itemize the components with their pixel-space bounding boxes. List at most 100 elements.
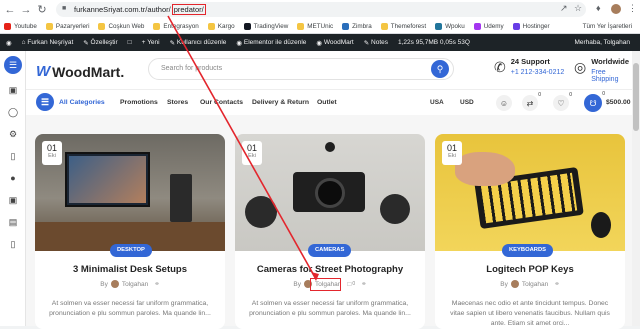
lens-right	[380, 194, 410, 224]
nav-promotions[interactable]: Promotions	[120, 99, 158, 106]
laptop-icon[interactable]: ▣	[8, 85, 18, 95]
support-block[interactable]: ✆ 24 Support +1 212-334-0212	[494, 57, 564, 76]
bookmark-item[interactable]: Entegrasyon	[153, 22, 199, 30]
author-link[interactable]: Tolgahan	[522, 281, 548, 288]
admin-new-link[interactable]: + Yeni	[142, 39, 160, 46]
post-card[interactable]: 01 Eki CAMERAS Cameras for Street Photogr…	[235, 134, 425, 329]
post-excerpt: At solmen va esser necessi far uniform g…	[49, 300, 211, 317]
bookmark-item[interactable]: Themeforest	[380, 22, 426, 30]
post-title[interactable]: Logitech POP Keys	[435, 264, 625, 275]
wishlist-icon[interactable]: ♡ 0	[553, 92, 572, 111]
share-icon[interactable]: ⚭	[361, 280, 366, 288]
speaker-icon[interactable]: ▯	[8, 239, 18, 249]
shipping-title: Worldwide	[591, 57, 629, 66]
account-icon[interactable]: ☺	[496, 95, 512, 111]
all-bookmarks[interactable]: Tüm Yer İşaretleri	[583, 23, 632, 30]
phone-icon[interactable]: ▯	[8, 151, 18, 161]
cart-total[interactable]: $500.00	[606, 99, 631, 106]
share-icon[interactable]: ⚭	[554, 280, 559, 288]
language-select[interactable]: USA	[430, 99, 444, 106]
gamepad-icon[interactable]: ●	[8, 173, 18, 183]
forward-icon[interactable]: →	[18, 0, 34, 19]
back-icon[interactable]: ←	[2, 0, 18, 19]
currency-select[interactable]: USD	[460, 99, 474, 106]
admin-notes-link[interactable]: ✎ Notes	[364, 39, 388, 47]
hostinger-icon	[512, 22, 520, 30]
site-info-icon[interactable]: ■	[62, 5, 66, 12]
camera-icon[interactable]: ▤	[8, 217, 18, 227]
site-header: W WoodMart. Search for products ⚲ ✆ 24 Su…	[26, 51, 632, 89]
nav-contacts[interactable]: Our Contacts	[200, 99, 243, 106]
bookmark-item[interactable]: Youtube	[4, 22, 37, 30]
menu-icon: ☰	[36, 93, 54, 111]
bookmark-item[interactable]: Udemy	[473, 22, 504, 30]
post-card[interactable]: 01 Eki DESKTOP 3 Minimalist Desk Setups B…	[35, 134, 225, 329]
post-image-keyboard[interactable]	[435, 134, 625, 251]
watch-icon[interactable]: ▣	[8, 195, 18, 205]
folder-icon	[297, 22, 305, 30]
wordpress-logo-icon[interactable]: ◉	[6, 39, 12, 47]
admin-elementor-link[interactable]: ◉ Elementor ile düzenle	[236, 39, 306, 47]
shipping-block[interactable]: ◎ Worldwide Free Shipping	[574, 57, 632, 83]
search-input[interactable]: Search for products	[148, 58, 454, 80]
scrollbar-thumb[interactable]	[633, 63, 639, 131]
admin-customize-link[interactable]: ✎ Özelleştir	[83, 39, 117, 47]
comment-icon[interactable]: □	[347, 281, 351, 288]
headphones-icon[interactable]: ◯	[8, 107, 18, 117]
all-categories-button[interactable]: ☰ All Categories	[36, 93, 105, 111]
admin-perf-stats[interactable]: 1,22s 95,7MB 0,05s 53Q	[398, 39, 470, 46]
support-title: 24 Support	[510, 57, 550, 66]
admin-comments-icon[interactable]: □	[128, 39, 132, 46]
share-icon[interactable]: ↗	[560, 3, 568, 14]
admin-woodmart-link[interactable]: ◉ WoodMart	[316, 39, 353, 47]
wordpress-icon	[435, 22, 443, 30]
search-icon[interactable]: ⚲	[431, 60, 449, 78]
extensions-icon[interactable]: ♦	[596, 3, 601, 13]
post-title[interactable]: Cameras for Street Photography	[235, 264, 425, 275]
post-excerpt: At solmen va esser necessi far uniform g…	[249, 300, 411, 317]
admin-greeting[interactable]: Merhaba, Tolgahan	[574, 39, 630, 46]
author-link[interactable]: Tolgahan	[122, 281, 148, 288]
bookmark-item[interactable]: Coşkun Web	[98, 22, 144, 30]
compare-count: 0	[538, 92, 541, 98]
post-title[interactable]: 3 Minimalist Desk Setups	[35, 264, 225, 275]
site-logo[interactable]: W WoodMart.	[36, 63, 124, 80]
post-image-desk[interactable]	[35, 134, 225, 251]
bookmark-item[interactable]: TradingView	[243, 22, 288, 30]
admin-edit-user-link[interactable]: ✎ Kullanıcı düzenle	[170, 39, 227, 47]
bookmark-item[interactable]: Hostinger	[512, 22, 550, 30]
bookmark-item[interactable]: Zimbra	[342, 22, 372, 30]
bookmark-item[interactable]: METUnic	[297, 22, 333, 30]
vertical-scrollbar[interactable]	[632, 51, 640, 326]
nav-outlet[interactable]: Outlet	[317, 99, 337, 106]
browser-toolbar: ← → ↻ ■ furkanneSriyat.com.tr/author/pre…	[0, 0, 640, 19]
menu-icon[interactable]: ⋮	[628, 3, 637, 14]
folder-icon	[207, 22, 215, 30]
apple-logo-mark	[325, 142, 335, 152]
post-image-cameras[interactable]	[235, 134, 425, 251]
category-badge[interactable]: DESKTOP	[110, 244, 152, 257]
bookmark-item[interactable]: Wpoku	[435, 22, 465, 30]
hamburger-menu-icon[interactable]: ☰	[4, 56, 22, 74]
bookmark-item[interactable]: Kargo	[207, 22, 235, 30]
mouse-shape	[591, 212, 611, 238]
admin-site-link[interactable]: ⌂ Furkan Neşriyat	[22, 39, 74, 46]
post-card[interactable]: 01 Eki KEYBOARDS Logitech POP Keys By Tolg…	[435, 134, 625, 329]
nav-delivery[interactable]: Delivery & Return	[252, 99, 309, 106]
post-excerpt: Maecenas nec odio et ante tincidunt temp…	[450, 300, 610, 327]
zimbra-icon	[342, 22, 350, 30]
bookmark-item[interactable]: Pazaryerleri	[45, 22, 89, 30]
post-meta: By Tolgahan ⚭	[100, 280, 160, 288]
bookmark-star-icon[interactable]: ☆	[574, 3, 582, 14]
compare-icon[interactable]: ⇄ 0	[522, 92, 541, 111]
profile-avatar[interactable]	[611, 4, 621, 14]
nav-stores[interactable]: Stores	[167, 99, 188, 106]
reload-icon[interactable]: ↻	[34, 0, 50, 19]
camera-lens	[315, 178, 345, 208]
category-badge[interactable]: KEYBOARDS	[502, 244, 554, 257]
category-badge[interactable]: CAMERAS	[308, 244, 352, 257]
address-bar[interactable]: ■ furkanneSriyat.com.tr/author/predator/	[56, 2, 586, 17]
share-icon[interactable]: ⚭	[154, 280, 159, 288]
cart-icon[interactable]: ☋ 0	[584, 91, 605, 112]
settings-icon[interactable]: ⚙	[8, 129, 18, 139]
